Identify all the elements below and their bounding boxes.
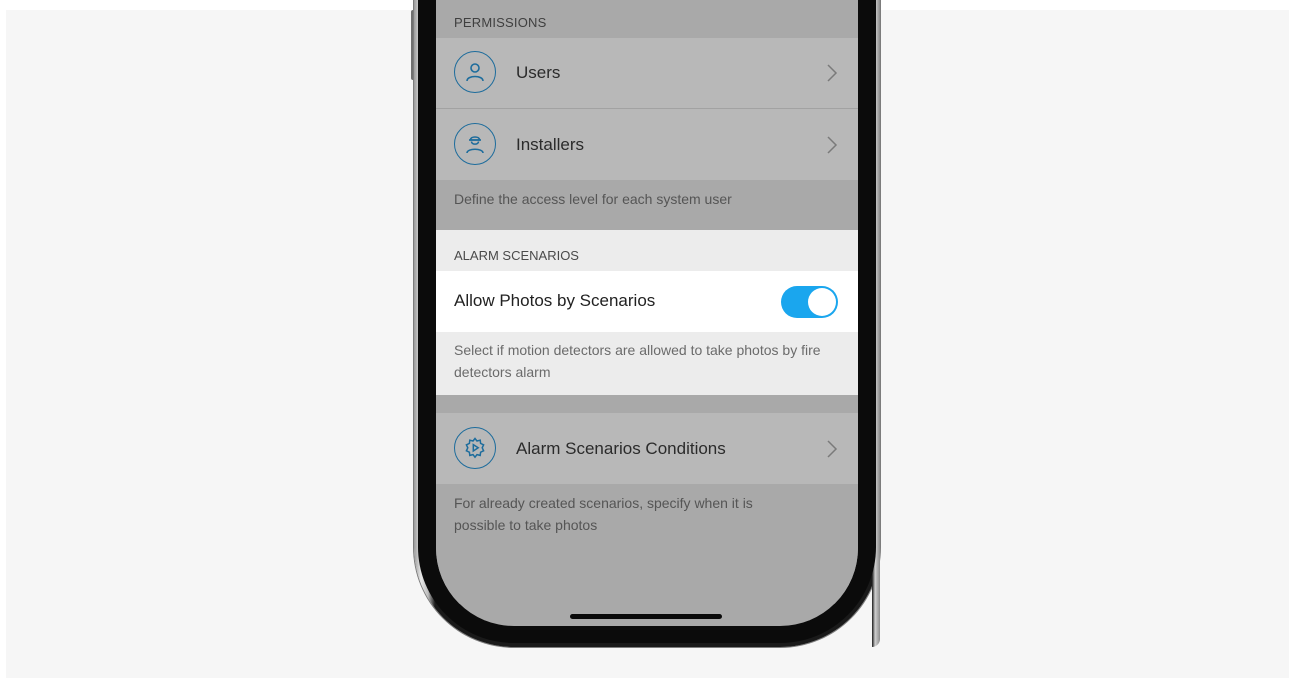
scenario-gear-icon: [454, 426, 496, 469]
installers-row[interactable]: Installers: [436, 109, 858, 180]
allow-photos-label: Allow Photos by Scenarios: [454, 291, 656, 310]
permissions-footnote: Define the access level for each system …: [436, 180, 858, 230]
home-indicator: [570, 614, 722, 619]
allow-photos-row[interactable]: Allow Photos by Scenarios: [436, 271, 858, 332]
alarm-scenarios-header: ALARM SCENARIOS: [436, 230, 858, 271]
installer-icon: [454, 122, 496, 165]
user-icon: [454, 51, 496, 93]
alarm-scenarios-note: Select if motion detectors are allowed t…: [436, 332, 858, 395]
conditions-footnote: For already created scenarios, specify w…: [436, 484, 858, 604]
allow-photos-toggle[interactable]: [781, 286, 838, 318]
permissions-header: PERMISSIONS: [436, 0, 858, 38]
installers-label: Installers: [516, 134, 585, 154]
users-label: Users: [516, 63, 561, 82]
settings-list: PERMISSIONS Users Installers Define the …: [436, 0, 858, 604]
chevron-right-icon: [827, 135, 838, 154]
toggle-knob: [808, 288, 836, 316]
phone-screen: PERMISSIONS Users Installers Define the …: [436, 0, 858, 626]
users-row[interactable]: Users: [436, 38, 858, 109]
alarm-scenarios-conditions-row[interactable]: Alarm Scenarios Conditions: [436, 413, 858, 484]
chevron-right-icon: [827, 439, 838, 458]
alarm-scenarios-section: ALARM SCENARIOS Allow Photos by Scenario…: [436, 230, 858, 395]
chevron-right-icon: [827, 64, 838, 82]
section-gap: [436, 395, 858, 413]
alarm-scenarios-conditions-label: Alarm Scenarios Conditions: [516, 438, 726, 458]
